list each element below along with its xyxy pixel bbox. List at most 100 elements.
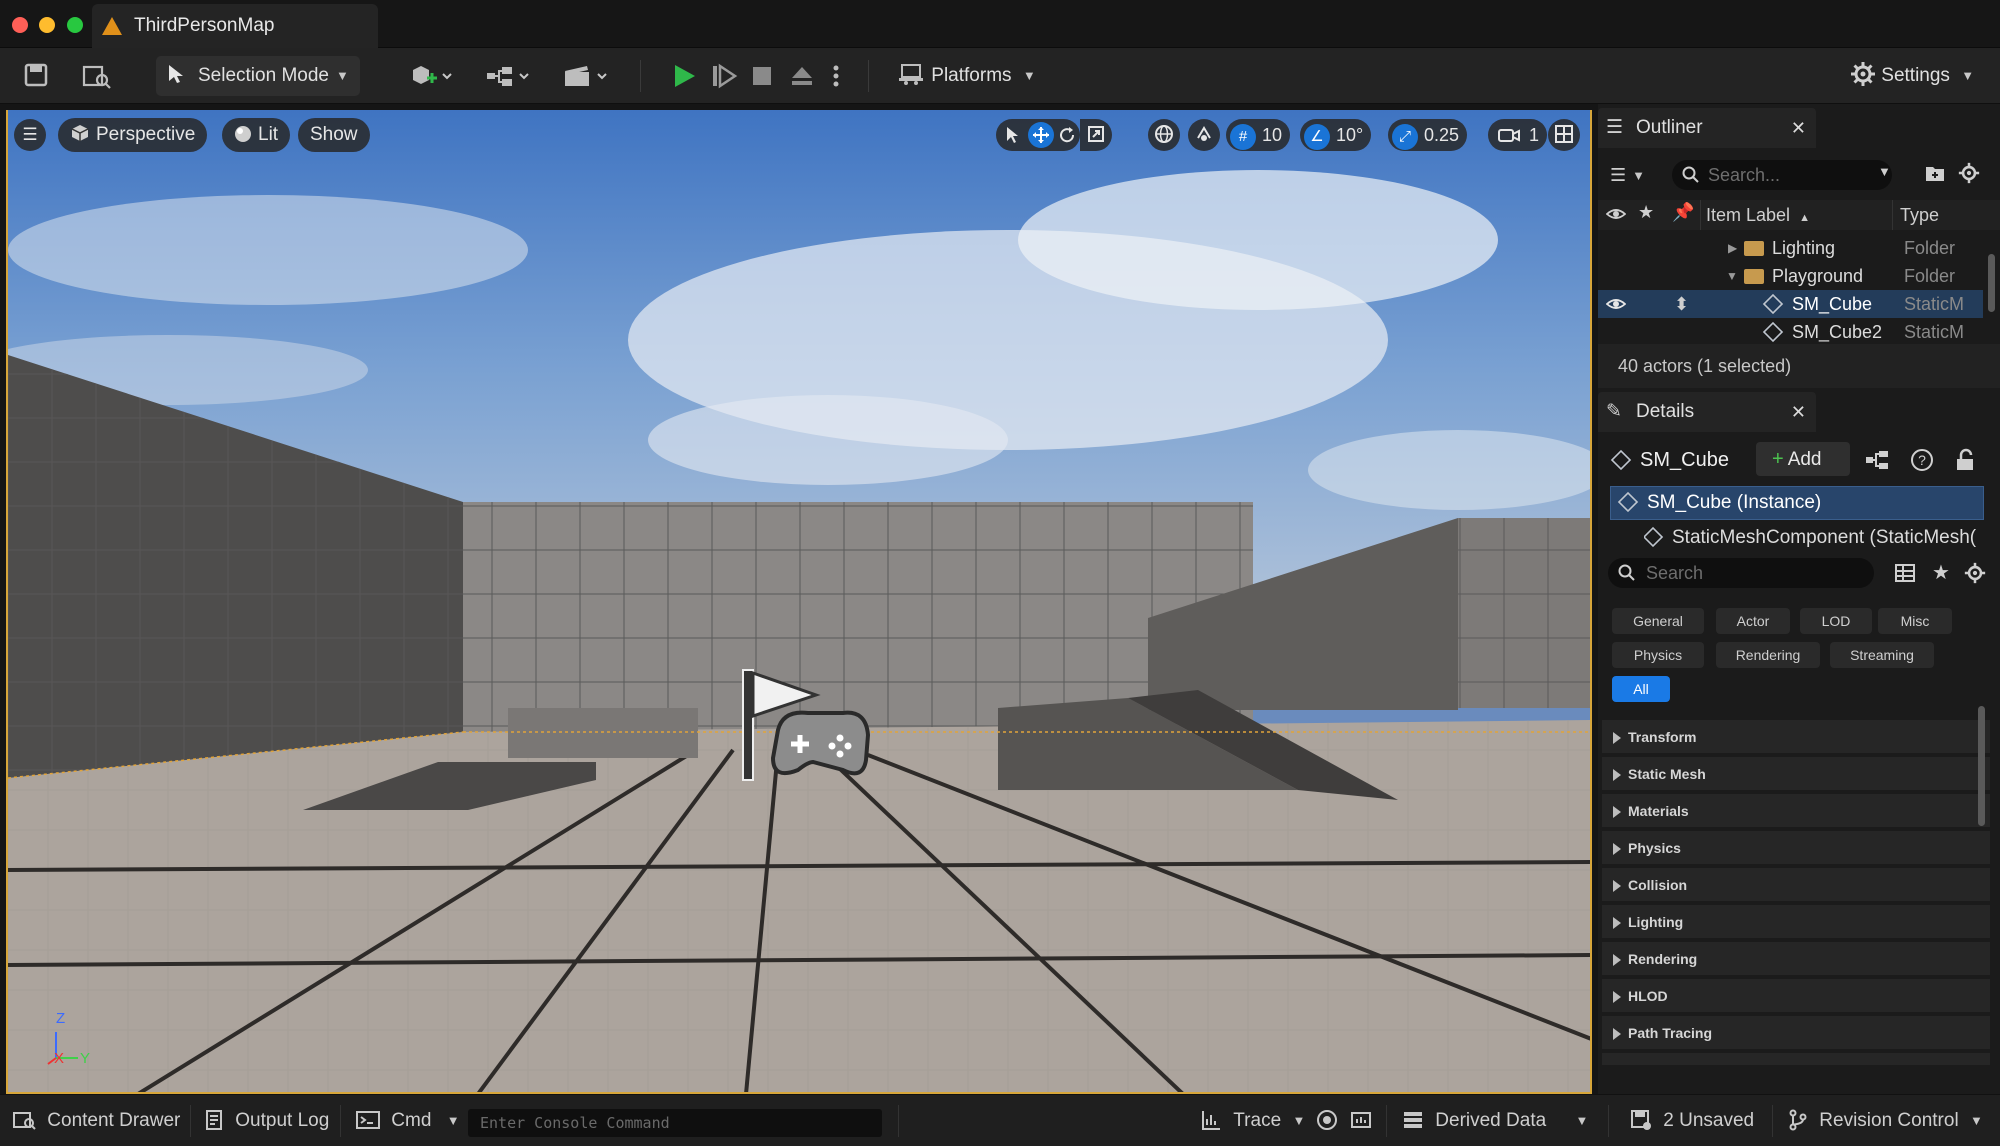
pin-icon[interactable]: 📌 bbox=[1672, 202, 1694, 223]
rotation-snap-toggle[interactable]: ∠ 10° bbox=[1300, 119, 1372, 151]
output-log-button[interactable]: Output Log bbox=[204, 1095, 329, 1146]
console-command-input[interactable]: Enter Console Command bbox=[468, 1109, 882, 1137]
category-transform[interactable]: Transform bbox=[1602, 720, 1990, 754]
outliner-tab[interactable]: ☰ Outliner ✕ bbox=[1598, 108, 1816, 148]
scale-tool-icon[interactable] bbox=[1080, 119, 1112, 151]
derived-data-dropdown[interactable]: Derived Data ▼ bbox=[1402, 1095, 1588, 1146]
play-icon[interactable] bbox=[670, 62, 698, 90]
close-icon[interactable]: ✕ bbox=[1791, 392, 1806, 432]
zoom-window-button[interactable] bbox=[67, 17, 83, 33]
record-icon[interactable] bbox=[1316, 1095, 1338, 1146]
title-bar: ThirdPersonMap bbox=[0, 0, 2000, 48]
screenshot-icon[interactable] bbox=[1350, 1095, 1372, 1146]
selection-mode-dropdown[interactable]: Selection Mode ▼ bbox=[156, 56, 360, 96]
settings-dropdown[interactable]: Settings ▼ bbox=[1850, 56, 1974, 96]
rotate-tool-icon[interactable] bbox=[1058, 119, 1076, 151]
status-separator bbox=[898, 1105, 899, 1137]
browse-content-icon[interactable] bbox=[82, 62, 111, 90]
move-tool-icon[interactable] bbox=[1028, 122, 1054, 148]
eye-icon[interactable] bbox=[1605, 204, 1627, 229]
filter-rendering[interactable]: Rendering bbox=[1716, 642, 1820, 668]
gear-icon[interactable] bbox=[1958, 162, 1980, 189]
category-hlod[interactable]: HLOD bbox=[1602, 979, 1990, 1013]
advance-frame-icon[interactable] bbox=[710, 62, 738, 90]
unsaved-button[interactable]: 2 Unsaved bbox=[1630, 1095, 1754, 1146]
details-tab[interactable]: ✎ Details ✕ bbox=[1598, 392, 1816, 432]
close-icon[interactable]: ✕ bbox=[1791, 108, 1806, 148]
filter-general[interactable]: General bbox=[1612, 608, 1704, 634]
cmd-dropdown[interactable]: Cmd ▼ bbox=[356, 1095, 460, 1146]
category-physics[interactable]: Physics bbox=[1602, 831, 1990, 865]
level-tab[interactable]: ThirdPersonMap bbox=[92, 4, 378, 48]
expand-arrow-icon[interactable]: ▶ bbox=[1728, 234, 1737, 262]
chevron-down-icon: ▼ bbox=[1632, 168, 1646, 184]
camera-speed-button[interactable]: 1 bbox=[1488, 119, 1548, 151]
category-navigation-clipped[interactable]: Navigation bbox=[1602, 1053, 1990, 1065]
category-collision[interactable]: Collision bbox=[1602, 868, 1990, 902]
stop-icon[interactable] bbox=[748, 62, 776, 90]
collapse-arrow-icon[interactable]: ▼ bbox=[1726, 262, 1738, 290]
outliner-row[interactable]: ▶ Lighting Folder bbox=[1598, 234, 1983, 262]
gear-icon[interactable] bbox=[1964, 562, 1986, 589]
more-options-icon[interactable] bbox=[828, 62, 844, 90]
layout-icon[interactable] bbox=[1548, 119, 1580, 151]
show-button[interactable]: Show bbox=[298, 118, 370, 152]
lock-icon[interactable] bbox=[1954, 448, 1976, 477]
viewport-options-button[interactable]: ☰ bbox=[14, 119, 46, 151]
add-component-button[interactable]: + Add bbox=[1756, 442, 1850, 476]
outliner-row-selected[interactable]: ⬍ SM_Cube StaticM bbox=[1598, 290, 1983, 318]
save-icon[interactable] bbox=[22, 62, 50, 90]
surface-snap-icon[interactable] bbox=[1188, 119, 1220, 151]
cinematics-icon[interactable] bbox=[562, 62, 612, 90]
category-static-mesh[interactable]: Static Mesh bbox=[1602, 757, 1990, 791]
category-path-tracing[interactable]: Path Tracing bbox=[1602, 1016, 1990, 1050]
blueprints-icon[interactable] bbox=[484, 62, 534, 90]
level-viewport[interactable]: ☰ Perspective Lit Show #10 ∠ 10° ⤢ 0.25 … bbox=[6, 110, 1592, 1094]
chevron-down-icon[interactable]: ▼ bbox=[1878, 164, 1891, 179]
world-local-icon[interactable] bbox=[1148, 119, 1180, 151]
favorites-star-icon[interactable]: ★ bbox=[1932, 560, 1950, 585]
help-icon[interactable]: ? bbox=[1910, 448, 1934, 477]
expand-arrow-icon bbox=[1613, 991, 1621, 1003]
add-folder-icon[interactable] bbox=[1924, 162, 1946, 189]
filter-physics[interactable]: Physics bbox=[1612, 642, 1704, 668]
category-rendering[interactable]: Rendering bbox=[1602, 942, 1990, 976]
platforms-dropdown[interactable]: Platforms ▼ bbox=[898, 56, 1036, 96]
filter-lod[interactable]: LOD bbox=[1800, 608, 1872, 634]
content-drawer-button[interactable]: Content Drawer bbox=[12, 1095, 180, 1146]
select-tool-icon[interactable] bbox=[1004, 119, 1022, 151]
filter-dropdown[interactable]: ☰ ▼ bbox=[1610, 160, 1656, 190]
filter-misc[interactable]: Misc bbox=[1878, 608, 1952, 634]
table-view-icon[interactable] bbox=[1894, 562, 1916, 589]
quick-add-icon[interactable] bbox=[408, 62, 456, 90]
filter-streaming[interactable]: Streaming bbox=[1830, 642, 1934, 668]
revision-control-dropdown[interactable]: Revision Control ▼ bbox=[1788, 1095, 1983, 1146]
category-materials[interactable]: Materials bbox=[1602, 794, 1990, 828]
details-search-input[interactable]: Search bbox=[1608, 558, 1874, 588]
close-window-button[interactable] bbox=[12, 17, 28, 33]
star-icon[interactable]: ★ bbox=[1638, 202, 1654, 223]
category-lighting[interactable]: Lighting bbox=[1602, 905, 1990, 939]
grid-snap-toggle[interactable]: #10 bbox=[1226, 119, 1291, 151]
item-label-column[interactable]: Item Label ▲ bbox=[1706, 205, 1810, 226]
component-row-selected[interactable]: SM_Cube (Instance) bbox=[1610, 486, 1984, 520]
filter-actor[interactable]: Actor bbox=[1716, 608, 1790, 634]
minimize-window-button[interactable] bbox=[39, 17, 55, 33]
chevron-down-icon: ▼ bbox=[446, 1113, 460, 1128]
eject-icon[interactable] bbox=[788, 62, 816, 90]
trace-dropdown[interactable]: Trace ▼ bbox=[1200, 1095, 1305, 1146]
type-column-header[interactable]: Type bbox=[1900, 205, 1939, 226]
pin-icon[interactable]: ⬍ bbox=[1674, 290, 1689, 318]
component-row[interactable]: StaticMeshComponent (StaticMesh( bbox=[1644, 522, 1984, 554]
outliner-row[interactable]: SM_Cube2 StaticM bbox=[1598, 318, 1983, 346]
filter-all[interactable]: All bbox=[1612, 676, 1670, 702]
chevron-down-icon: ▼ bbox=[1969, 1113, 1983, 1128]
blueprint-hierarchy-icon[interactable] bbox=[1864, 448, 1890, 477]
perspective-button[interactable]: Perspective bbox=[58, 118, 208, 152]
outliner-search-input[interactable]: Search... bbox=[1672, 160, 1892, 190]
lit-button[interactable]: Lit bbox=[222, 118, 291, 152]
outliner-scrollbar[interactable] bbox=[1988, 254, 1995, 312]
details-scrollbar[interactable] bbox=[1978, 706, 1985, 826]
scale-snap-toggle[interactable]: ⤢ 0.25 bbox=[1388, 119, 1468, 151]
outliner-row[interactable]: ▼ Playground Folder bbox=[1598, 262, 1983, 290]
